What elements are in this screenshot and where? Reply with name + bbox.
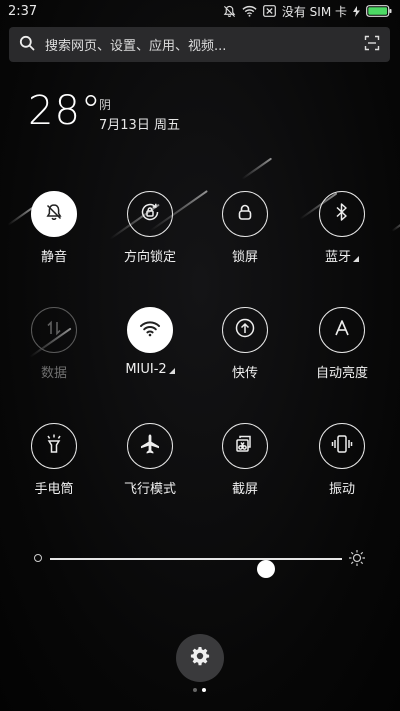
toggle-mobile-data-button[interactable] xyxy=(31,307,77,353)
toggle-quick-transfer-label: 快传 xyxy=(231,366,258,381)
gear-icon xyxy=(190,646,210,670)
background-streak xyxy=(391,218,400,232)
toggle-auto-brightness[interactable]: 自动亮度 xyxy=(297,307,387,381)
wifi-icon xyxy=(242,5,257,17)
toggle-lock-screen-label: 锁屏 xyxy=(231,250,258,265)
toggle-wifi[interactable]: MIUI-2 xyxy=(105,307,195,377)
page-dot-active xyxy=(202,688,206,692)
toggle-wifi-button[interactable] xyxy=(127,307,173,353)
brightness-slider[interactable] xyxy=(32,548,368,578)
menu-caret-icon[interactable] xyxy=(168,368,175,374)
toggle-screenshot-label: 截屏 xyxy=(231,482,258,497)
control-center: 2:37 没有 SIM 卡 搜索网页、设置、应用、视频... 28° 阴 7月1… xyxy=(0,0,400,711)
toggle-vibrate[interactable]: 振动 xyxy=(297,423,387,497)
toggle-airplane-mode-label: 飞行模式 xyxy=(123,482,176,497)
auto-brightness-icon xyxy=(333,319,351,341)
toggle-quick-transfer[interactable]: 快传 xyxy=(200,307,290,381)
charging-icon xyxy=(353,5,360,17)
scan-icon[interactable] xyxy=(364,35,380,55)
bluetooth-icon xyxy=(334,202,350,226)
mobile-data-icon xyxy=(45,319,63,341)
toggle-bluetooth[interactable]: 蓝牙 xyxy=(297,191,387,265)
vibrate-icon xyxy=(331,434,353,458)
toggle-lock-screen[interactable]: 锁屏 xyxy=(200,191,290,265)
page-indicator xyxy=(193,688,206,692)
toggle-wifi-label: MIUI-2 xyxy=(125,362,175,377)
toggle-lock-screen-button[interactable] xyxy=(222,191,268,237)
toggle-flashlight-button[interactable] xyxy=(31,423,77,469)
rotation-lock-icon xyxy=(139,201,161,227)
weather-temperature: 28° xyxy=(28,88,102,134)
toggle-airplane-mode-button[interactable] xyxy=(127,423,173,469)
toggle-quick-transfer-button[interactable] xyxy=(222,307,268,353)
mute-icon xyxy=(223,5,236,18)
toggle-screenshot-button[interactable] xyxy=(222,423,268,469)
toggle-screenshot[interactable]: 截屏 xyxy=(200,423,290,497)
bell-off-icon xyxy=(44,202,64,226)
toggle-silent[interactable]: 静音 xyxy=(9,191,99,265)
page-dot xyxy=(193,688,197,692)
toggle-rotation-lock-label: 方向锁定 xyxy=(123,250,176,265)
carrier-label: 没有 SIM 卡 xyxy=(281,4,347,19)
status-time: 2:37 xyxy=(8,3,38,19)
toggle-rotation-lock-button[interactable] xyxy=(127,191,173,237)
status-icons: 没有 SIM 卡 xyxy=(223,3,392,20)
settings-button[interactable] xyxy=(176,634,224,682)
toggle-mobile-data[interactable]: 数据 xyxy=(9,307,99,381)
lock-icon xyxy=(235,202,255,226)
toggle-flashlight-label: 手电筒 xyxy=(34,482,74,497)
battery-icon xyxy=(366,5,392,17)
toggle-silent-button[interactable] xyxy=(31,191,77,237)
toggle-bluetooth-label: 蓝牙 xyxy=(325,246,359,265)
background-streak xyxy=(241,157,273,180)
weather-condition: 阴 xyxy=(99,98,112,112)
flashlight-icon xyxy=(44,433,64,459)
toggle-vibrate-button[interactable] xyxy=(319,423,365,469)
toggle-flashlight[interactable]: 手电筒 xyxy=(9,423,99,497)
no-sim-icon xyxy=(262,5,276,17)
brightness-track[interactable] xyxy=(50,558,342,578)
toggle-auto-brightness-label: 自动亮度 xyxy=(315,366,368,381)
brightness-low-icon xyxy=(34,554,42,562)
toggle-mobile-data-label: 数据 xyxy=(40,366,67,381)
toggle-vibrate-label: 振动 xyxy=(328,482,355,497)
search-placeholder[interactable]: 搜索网页、设置、应用、视频... xyxy=(45,35,364,54)
toggle-bluetooth-button[interactable] xyxy=(319,191,365,237)
quick-transfer-icon xyxy=(234,317,256,343)
weather-date: 7月13日 周五 xyxy=(99,118,180,133)
airplane-icon xyxy=(139,433,161,459)
status-bar: 2:37 没有 SIM 卡 xyxy=(0,0,400,22)
brightness-thumb[interactable] xyxy=(257,560,276,578)
brightness-high-icon xyxy=(348,549,366,571)
toggle-auto-brightness-button[interactable] xyxy=(319,307,365,353)
toggle-rotation-lock[interactable]: 方向锁定 xyxy=(105,191,195,265)
screenshot-icon xyxy=(234,433,256,459)
menu-caret-icon[interactable] xyxy=(353,256,359,262)
toggle-airplane-mode[interactable]: 飞行模式 xyxy=(105,423,195,497)
search-bar[interactable]: 搜索网页、设置、应用、视频... xyxy=(9,27,390,62)
search-icon xyxy=(19,35,35,55)
wifi-icon xyxy=(139,319,161,341)
toggle-silent-label: 静音 xyxy=(40,250,67,265)
